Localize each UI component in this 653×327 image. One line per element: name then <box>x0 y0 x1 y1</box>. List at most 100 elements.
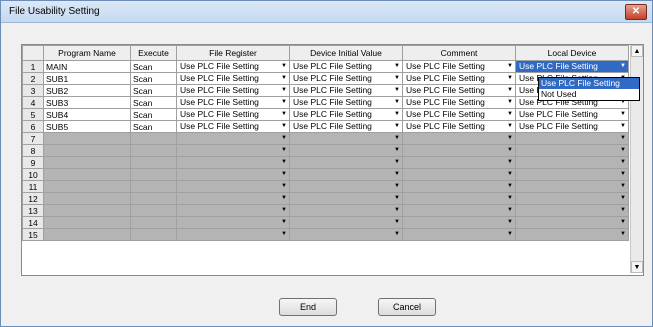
chevron-down-icon[interactable]: ▼ <box>281 194 287 204</box>
chevron-down-icon[interactable]: ▼ <box>281 182 287 192</box>
chevron-down-icon[interactable]: ▼ <box>620 110 626 120</box>
local-device-select[interactable]: ▼ <box>515 144 629 157</box>
comment-select[interactable]: ▼ <box>402 156 516 169</box>
chevron-down-icon[interactable]: ▼ <box>281 122 287 132</box>
local-device-select[interactable]: Use PLC File Setting ▼ <box>515 120 629 133</box>
chevron-down-icon[interactable]: ▼ <box>394 134 400 144</box>
chevron-down-icon[interactable]: ▼ <box>507 194 513 204</box>
file-register-select[interactable]: Use PLC File Setting ▼ <box>176 120 290 133</box>
chevron-down-icon[interactable]: ▼ <box>281 230 287 240</box>
comment-select[interactable]: ▼ <box>402 228 516 241</box>
local-device-select[interactable]: ▼ <box>515 168 629 181</box>
device-initial-value-select[interactable]: Use PLC File Setting ▼ <box>289 60 403 73</box>
local-device-select[interactable]: ▼ <box>515 228 629 241</box>
chevron-down-icon[interactable]: ▼ <box>394 182 400 192</box>
chevron-down-icon[interactable]: ▼ <box>394 230 400 240</box>
chevron-down-icon[interactable]: ▼ <box>507 146 513 156</box>
chevron-down-icon[interactable]: ▼ <box>507 86 513 96</box>
comment-select[interactable]: Use PLC File Setting ▼ <box>402 72 516 85</box>
file-register-select[interactable]: ▼ <box>176 228 290 241</box>
chevron-down-icon[interactable]: ▼ <box>620 182 626 192</box>
chevron-down-icon[interactable]: ▼ <box>394 206 400 216</box>
device-initial-value-select[interactable]: ▼ <box>289 144 403 157</box>
chevron-down-icon[interactable]: ▼ <box>507 134 513 144</box>
chevron-down-icon[interactable]: ▼ <box>394 62 400 72</box>
dropdown-option[interactable]: Not Used <box>539 89 639 100</box>
comment-select[interactable]: Use PLC File Setting ▼ <box>402 120 516 133</box>
local-device-select[interactable]: Use PLC File Setting ▼ <box>515 108 629 121</box>
chevron-down-icon[interactable]: ▼ <box>620 134 626 144</box>
local-device-dropdown-list[interactable]: Use PLC File Setting Not Used <box>538 77 640 101</box>
comment-select[interactable]: Use PLC File Setting ▼ <box>402 84 516 97</box>
chevron-down-icon[interactable]: ▼ <box>394 86 400 96</box>
file-register-select[interactable]: ▼ <box>176 156 290 169</box>
file-register-select[interactable]: Use PLC File Setting ▼ <box>176 60 290 73</box>
chevron-down-icon[interactable]: ▼ <box>394 110 400 120</box>
chevron-down-icon[interactable]: ▼ <box>507 110 513 120</box>
device-initial-value-select[interactable]: ▼ <box>289 216 403 229</box>
file-register-select[interactable]: ▼ <box>176 216 290 229</box>
chevron-down-icon[interactable]: ▼ <box>507 170 513 180</box>
local-device-select[interactable]: ▼ <box>515 180 629 193</box>
cancel-button[interactable]: Cancel <box>378 298 436 316</box>
end-button[interactable]: End <box>279 298 337 316</box>
chevron-down-icon[interactable]: ▼ <box>281 170 287 180</box>
comment-select[interactable]: ▼ <box>402 144 516 157</box>
chevron-down-icon[interactable]: ▼ <box>620 230 626 240</box>
device-initial-value-select[interactable]: ▼ <box>289 228 403 241</box>
local-device-select[interactable]: ▼ <box>515 132 629 145</box>
chevron-down-icon[interactable]: ▼ <box>507 62 513 72</box>
local-device-select[interactable]: ▼ <box>515 216 629 229</box>
device-initial-value-select[interactable]: Use PLC File Setting ▼ <box>289 72 403 85</box>
chevron-down-icon[interactable]: ▼ <box>281 74 287 84</box>
file-register-select[interactable]: Use PLC File Setting ▼ <box>176 96 290 109</box>
chevron-down-icon[interactable]: ▼ <box>281 146 287 156</box>
comment-select[interactable]: ▼ <box>402 216 516 229</box>
chevron-down-icon[interactable]: ▼ <box>281 218 287 228</box>
chevron-down-icon[interactable]: ▼ <box>507 206 513 216</box>
comment-select[interactable]: Use PLC File Setting ▼ <box>402 60 516 73</box>
chevron-down-icon[interactable]: ▼ <box>620 218 626 228</box>
device-initial-value-select[interactable]: ▼ <box>289 204 403 217</box>
file-register-select[interactable]: ▼ <box>176 144 290 157</box>
device-initial-value-select[interactable]: ▼ <box>289 156 403 169</box>
comment-select[interactable]: ▼ <box>402 192 516 205</box>
comment-select[interactable]: ▼ <box>402 168 516 181</box>
chevron-down-icon[interactable]: ▼ <box>281 62 287 72</box>
comment-select[interactable]: ▼ <box>402 132 516 145</box>
local-device-select[interactable]: ▼ <box>515 192 629 205</box>
chevron-down-icon[interactable]: ▼ <box>394 218 400 228</box>
chevron-down-icon[interactable]: ▼ <box>394 194 400 204</box>
device-initial-value-select[interactable]: ▼ <box>289 180 403 193</box>
comment-select[interactable]: ▼ <box>402 204 516 217</box>
file-register-select[interactable]: Use PLC File Setting ▼ <box>176 84 290 97</box>
file-register-select[interactable]: ▼ <box>176 204 290 217</box>
chevron-down-icon[interactable]: ▼ <box>281 158 287 168</box>
chevron-down-icon[interactable]: ▼ <box>620 194 626 204</box>
chevron-down-icon[interactable]: ▼ <box>394 74 400 84</box>
chevron-down-icon[interactable]: ▼ <box>394 158 400 168</box>
chevron-down-icon[interactable]: ▼ <box>281 206 287 216</box>
chevron-down-icon[interactable]: ▼ <box>281 98 287 108</box>
chevron-down-icon[interactable]: ▼ <box>620 146 626 156</box>
close-icon[interactable]: ✕ <box>625 4 647 20</box>
device-initial-value-select[interactable]: ▼ <box>289 132 403 145</box>
local-device-select[interactable]: Use PLC File Setting ▼ <box>515 60 629 73</box>
chevron-down-icon[interactable]: ▼ <box>507 98 513 108</box>
device-initial-value-select[interactable]: ▼ <box>289 168 403 181</box>
comment-select[interactable]: Use PLC File Setting ▼ <box>402 96 516 109</box>
local-device-select[interactable]: ▼ <box>515 156 629 169</box>
chevron-down-icon[interactable]: ▼ <box>281 134 287 144</box>
scroll-up-icon[interactable]: ▲ <box>631 45 643 57</box>
local-device-select[interactable]: ▼ <box>515 204 629 217</box>
device-initial-value-select[interactable]: Use PLC File Setting ▼ <box>289 120 403 133</box>
device-initial-value-select[interactable]: Use PLC File Setting ▼ <box>289 84 403 97</box>
file-register-select[interactable]: Use PLC File Setting ▼ <box>176 108 290 121</box>
chevron-down-icon[interactable]: ▼ <box>620 170 626 180</box>
chevron-down-icon[interactable]: ▼ <box>507 122 513 132</box>
file-register-select[interactable]: ▼ <box>176 192 290 205</box>
file-register-select[interactable]: Use PLC File Setting ▼ <box>176 72 290 85</box>
device-initial-value-select[interactable]: Use PLC File Setting ▼ <box>289 108 403 121</box>
file-register-select[interactable]: ▼ <box>176 180 290 193</box>
dropdown-option[interactable]: Use PLC File Setting <box>539 78 639 89</box>
